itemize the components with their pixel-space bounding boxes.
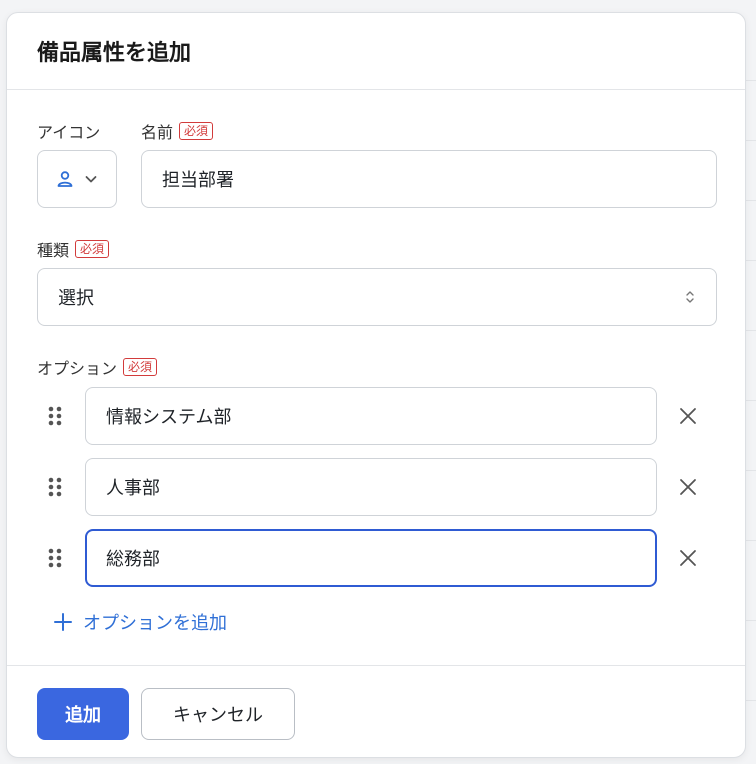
add-option-label: オプションを追加	[83, 613, 227, 634]
option-input-value: 総務部	[106, 549, 160, 570]
plus-icon	[54, 613, 72, 631]
options-label-text: オプション	[37, 359, 118, 378]
option-input[interactable]: 情報システム部	[85, 387, 657, 445]
cancel-button[interactable]: キャンセル	[141, 688, 295, 740]
dialog-title: 備品属性を追加	[37, 41, 192, 66]
option-input[interactable]: 総務部	[85, 529, 657, 587]
required-badge: 必須	[123, 358, 158, 376]
option-input-value: 情報システム部	[106, 407, 232, 428]
name-label-text: 名前	[141, 123, 174, 142]
option-input[interactable]: 人事部	[85, 458, 657, 516]
add-button[interactable]: 追加	[37, 688, 129, 740]
name-input-value: 担当部署	[162, 170, 234, 191]
close-icon	[680, 408, 696, 424]
select-updown-icon	[686, 291, 694, 303]
add-attribute-dialog: 備品属性を追加 アイコン 名前 必須 担当部署 種類 必須 選択 オプション 必…	[6, 12, 746, 758]
dialog-header: 備品属性を追加	[7, 13, 745, 90]
icon-select[interactable]	[37, 150, 117, 208]
close-icon	[680, 550, 696, 566]
type-select[interactable]: 選択	[37, 268, 717, 326]
add-option-button[interactable]: オプションを追加	[53, 609, 227, 635]
remove-option-button[interactable]	[675, 474, 701, 500]
drag-handle-icon[interactable]	[45, 401, 65, 431]
type-label: 種類 必須	[37, 237, 110, 261]
person-icon	[57, 171, 73, 187]
type-select-value: 選択	[58, 288, 94, 309]
icon-label: アイコン	[37, 119, 100, 143]
options-label: オプション 必須	[37, 355, 158, 379]
type-label-text: 種類	[37, 241, 70, 260]
remove-option-button[interactable]	[675, 403, 701, 429]
close-icon	[680, 479, 696, 495]
drag-handle-icon[interactable]	[45, 472, 65, 502]
chevron-down-icon	[85, 176, 97, 183]
option-input-value: 人事部	[106, 478, 160, 499]
required-badge: 必須	[179, 122, 214, 140]
name-input[interactable]: 担当部署	[141, 150, 717, 208]
dialog-footer: 追加 キャンセル	[7, 665, 745, 757]
drag-handle-icon[interactable]	[45, 543, 65, 573]
icon-label-text: アイコン	[37, 123, 101, 142]
required-badge: 必須	[75, 240, 110, 258]
remove-option-button[interactable]	[675, 545, 701, 571]
name-label: 名前 必須	[141, 119, 214, 143]
